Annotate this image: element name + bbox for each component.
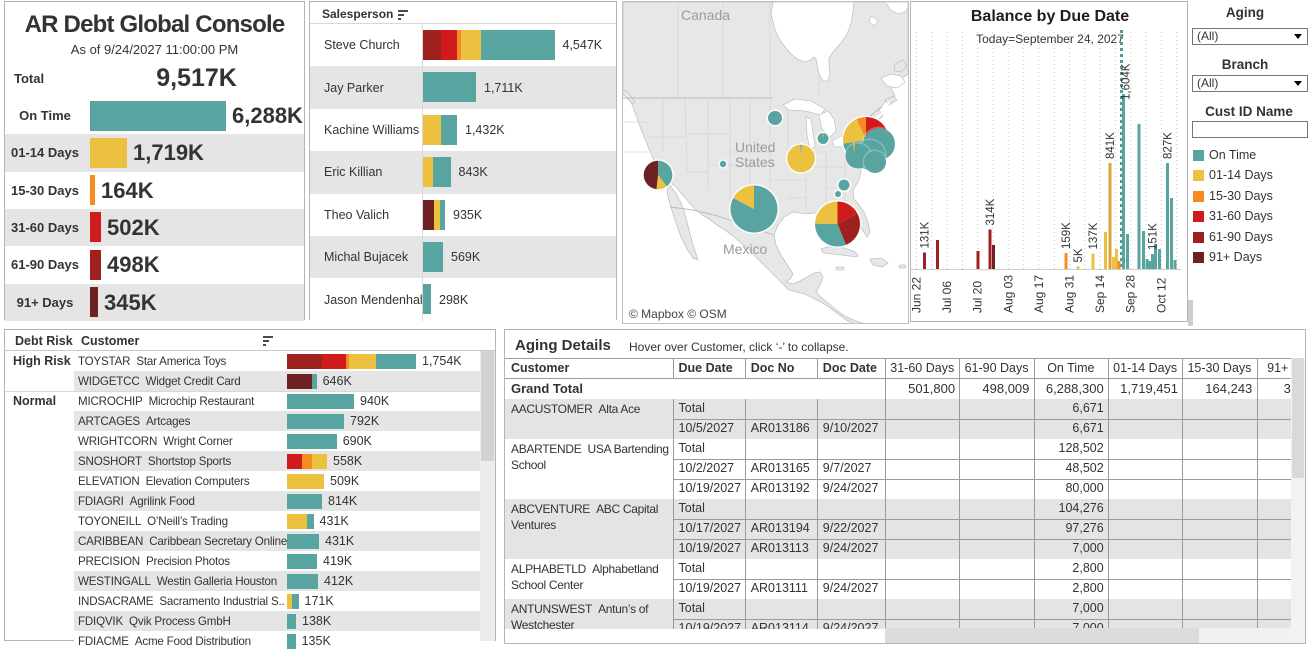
svg-text:Mexico: Mexico [723,241,768,257]
svg-text:Aug 03: Aug 03 [1001,275,1015,313]
svg-text:314K: 314K [985,198,997,225]
svg-text:Aug 17: Aug 17 [1032,275,1046,313]
svg-text:States: States [735,154,775,170]
svg-text:Sep 14: Sep 14 [1093,275,1107,313]
svg-text:Jul 06: Jul 06 [940,281,954,313]
svg-text:Jun 22: Jun 22 [911,277,924,313]
svg-text:1,604K: 1,604K [1121,63,1133,100]
svg-text:137K: 137K [1088,222,1100,249]
svg-text:Sep 28: Sep 28 [1124,275,1138,313]
svg-text:Balance by Due Date: Balance by Due Date [971,8,1129,25]
svg-text:841K: 841K [1105,132,1117,159]
svg-text:Canada: Canada [681,7,730,23]
svg-text:United: United [735,139,775,155]
svg-text:827K: 827K [1163,132,1175,159]
svg-text:131K: 131K [920,221,932,248]
svg-text:159K: 159K [1061,222,1073,249]
svg-text:Oct 12: Oct 12 [1154,277,1168,313]
svg-text:Aug 31: Aug 31 [1063,275,1077,313]
svg-text:5K: 5K [1073,248,1085,262]
svg-text:151K: 151K [1148,223,1160,250]
svg-text:© Mapbox © OSM: © Mapbox © OSM [629,307,727,321]
svg-text:Today=September 24, 2027: Today=September 24, 2027 [976,32,1124,46]
svg-text:Jul 20: Jul 20 [971,281,985,313]
